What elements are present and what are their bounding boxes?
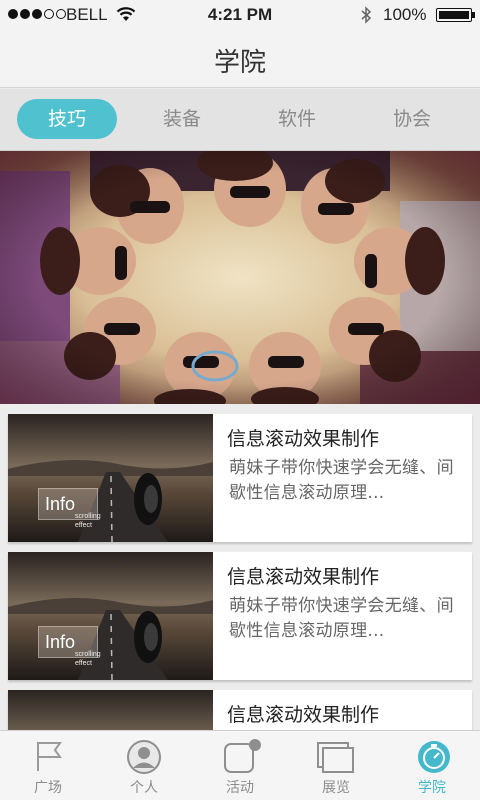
thumbnail-subtitle: scrolling effect [75, 513, 101, 529]
flag-icon [37, 742, 62, 771]
hero-banner-image[interactable] [0, 151, 480, 404]
tab-association[interactable]: 协会 [362, 99, 462, 139]
activity-icon [224, 739, 261, 773]
bottom-tab-academy[interactable]: 学院 [384, 731, 480, 800]
article-thumbnail: Info scrolling effect [8, 552, 213, 680]
article-card[interactable]: Info scrolling effect 信息滚动效果制作 萌妹子带你快速学会… [8, 414, 472, 542]
article-description: 萌妹子带你快速学会无缝、间歇性信息滚动原理... [229, 596, 454, 641]
bottom-tab-square[interactable]: 广场 [0, 731, 96, 800]
article-card[interactable]: Info scrolling effect 信息滚动效果制作 萌妹子带你快速学会… [8, 552, 472, 680]
tab-equipment[interactable]: 装备 [132, 99, 232, 139]
person-icon [127, 740, 161, 774]
thumbnail-subtitle: scrolling effect [75, 651, 101, 667]
bluetooth-icon [361, 6, 372, 24]
article-title: 信息滚动效果制作 [227, 704, 380, 726]
status-bar: BELL 4:21 PM 100% [0, 0, 480, 30]
article-title: 信息滚动效果制作 [227, 566, 380, 588]
gallery-icon [317, 742, 354, 773]
article-thumbnail [8, 690, 213, 730]
bottom-tab-label: 活动 [226, 780, 254, 796]
navigation-bar: 学院 [0, 30, 480, 88]
tab-software[interactable]: 软件 [247, 99, 347, 139]
bottom-tab-label: 展览 [322, 780, 350, 796]
page-title: 学院 [213, 48, 266, 78]
bottom-tab-label: 广场 [34, 780, 62, 796]
article-title: 信息滚动效果制作 [227, 428, 380, 450]
bottom-tab-bar: 广场 个人 活动 展览 学院 [0, 730, 480, 800]
bottom-tab-exhibition[interactable]: 展览 [288, 731, 384, 800]
category-tab-bar: 技巧 装备 软件 协会 [0, 89, 480, 151]
bottom-tab-profile[interactable]: 个人 [96, 731, 192, 800]
group-photo [0, 151, 480, 404]
tab-skills[interactable]: 技巧 [17, 99, 117, 139]
academy-icon [418, 741, 450, 773]
bottom-tab-label: 个人 [130, 780, 158, 796]
article-description: 萌妹子带你快速学会无缝、间歇性信息滚动原理... [229, 458, 454, 503]
battery-cap [472, 12, 475, 18]
bottom-tab-label: 学院 [418, 780, 446, 796]
battery-icon [436, 8, 472, 22]
battery-percentage: 100% [383, 5, 427, 24]
article-list: Info scrolling effect 信息滚动效果制作 萌妹子带你快速学会… [0, 404, 480, 730]
bottom-tab-activity[interactable]: 活动 [192, 731, 288, 800]
article-thumbnail: Info scrolling effect [8, 414, 213, 542]
app-screen: BELL 4:21 PM 100% 学院 技巧 装备 软件 协会 Info sc… [0, 0, 480, 800]
article-card[interactable]: 信息滚动效果制作 [8, 690, 472, 730]
